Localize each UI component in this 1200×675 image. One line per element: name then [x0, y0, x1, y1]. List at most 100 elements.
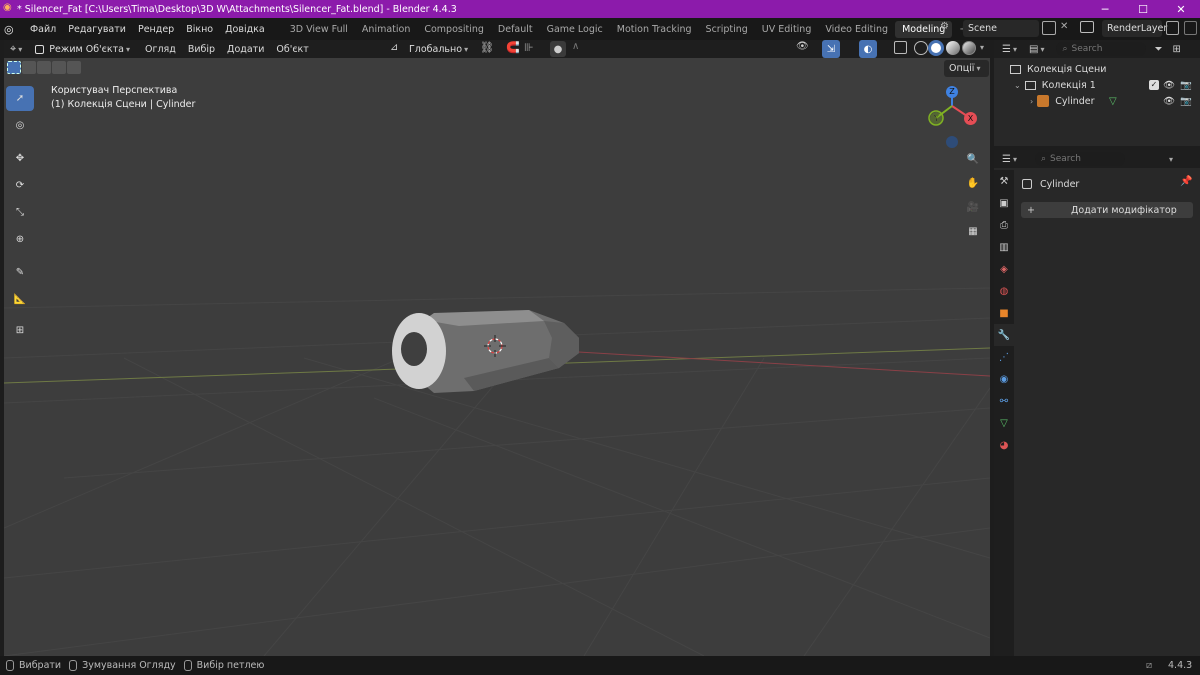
orthographic-grid-icon[interactable]: ▦: [962, 220, 984, 242]
proportional-editing-icon[interactable]: ●: [550, 41, 566, 57]
render-layer-selector[interactable]: RenderLayer: [1102, 20, 1167, 37]
copy-layer-icon[interactable]: [1184, 21, 1197, 35]
menu-object[interactable]: Об'єкт: [270, 44, 314, 55]
add-modifier-button[interactable]: + Додати модифікатор: [1021, 202, 1193, 218]
render-tab-icon[interactable]: ▣: [994, 192, 1014, 214]
snap-icon[interactable]: 🧲: [506, 41, 520, 54]
menu-help[interactable]: Довідка: [219, 24, 271, 35]
eye-icon[interactable]: 👁: [1163, 96, 1175, 107]
select-extend-icon[interactable]: [22, 61, 36, 74]
menu-view[interactable]: Огляд: [139, 44, 182, 55]
camera-icon[interactable]: 📷: [1180, 80, 1192, 91]
data-tab-icon[interactable]: ▽: [994, 412, 1014, 434]
select-subtract-icon[interactable]: [37, 61, 51, 74]
properties-editor-icon[interactable]: ☰: [1002, 154, 1011, 165]
modifier-tab-icon[interactable]: 🔧: [994, 324, 1014, 346]
pin-icon[interactable]: 📌: [1180, 176, 1192, 187]
falloff-icon[interactable]: ∧: [572, 41, 579, 52]
tab-animation[interactable]: Animation: [355, 21, 417, 38]
gizmo-y-axis[interactable]: Y: [930, 112, 943, 125]
tab-3d-view-full[interactable]: 3D View Full: [283, 21, 355, 38]
scale-tool-icon[interactable]: ⤡: [6, 200, 34, 225]
new-collection-icon[interactable]: ⊞: [1172, 44, 1180, 55]
pivot-point-icon[interactable]: ⛓: [480, 41, 494, 54]
snap-target-icon[interactable]: ⊪: [524, 41, 534, 54]
new-scene-icon[interactable]: [1042, 21, 1056, 35]
menu-render[interactable]: Рендер: [132, 24, 180, 35]
scene-selector[interactable]: Scene: [963, 20, 1039, 37]
camera-icon[interactable]: 📷: [1180, 96, 1192, 107]
view-layer-tab-icon[interactable]: ▥: [994, 236, 1014, 258]
close-button[interactable]: ✕: [1166, 0, 1196, 18]
solid-shading-icon[interactable]: [928, 40, 944, 56]
outliner-row-collection[interactable]: ⌄ Колекція 1 ✓ 👁 📷: [1012, 77, 1200, 93]
physics-tab-icon[interactable]: ◉: [994, 368, 1014, 390]
rotate-tool-icon[interactable]: ⟳: [6, 173, 34, 198]
material-shading-icon[interactable]: [946, 41, 960, 55]
gizmo-toggle-icon[interactable]: ⇲: [822, 40, 840, 58]
tab-compositing[interactable]: Compositing: [417, 21, 491, 38]
xray-toggle-icon[interactable]: [894, 41, 907, 54]
world-tab-icon[interactable]: ◍: [994, 280, 1014, 302]
mesh-data-icon[interactable]: ▽: [1109, 96, 1117, 107]
tab-scripting[interactable]: Scripting: [699, 21, 755, 38]
outliner-row-scene-collection[interactable]: Колекція Сцени: [1010, 61, 1200, 77]
outliner-row-cylinder[interactable]: › Cylinder ▽ 👁 📷: [1028, 93, 1200, 109]
display-mode-icon[interactable]: ▤: [1029, 44, 1038, 55]
object-tab-icon[interactable]: ■: [994, 302, 1014, 324]
rendered-shading-icon[interactable]: [962, 41, 976, 55]
expand-icon[interactable]: ›: [1030, 97, 1033, 106]
3d-viewport[interactable]: Z X Y Користувач Перспектива (1) Колекці…: [4, 58, 990, 656]
move-tool-icon[interactable]: ✥: [6, 146, 34, 171]
remove-scene-icon[interactable]: ✕: [1060, 21, 1068, 32]
wireframe-shading-icon[interactable]: [914, 41, 928, 55]
tool-tab-icon[interactable]: ⚒: [994, 170, 1014, 192]
material-tab-icon[interactable]: ◕: [994, 434, 1014, 456]
collapse-icon[interactable]: ⌄: [1014, 81, 1021, 90]
gizmo-z-axis[interactable]: Z: [946, 86, 958, 98]
pan-hand-icon[interactable]: ✋: [962, 172, 984, 194]
menu-edit[interactable]: Редагувати: [62, 24, 132, 35]
eye-icon[interactable]: 👁: [1163, 80, 1175, 91]
annotate-tool-icon[interactable]: ✎: [6, 260, 34, 285]
blender-menu-icon[interactable]: ◎: [4, 23, 24, 36]
select-box-tool-icon[interactable]: ➚: [6, 86, 34, 111]
cursor-tool-icon[interactable]: ◎: [6, 113, 34, 138]
zoom-icon[interactable]: 🔍: [962, 148, 984, 170]
select-invert-icon[interactable]: [52, 61, 66, 74]
tab-default[interactable]: Default: [491, 21, 540, 38]
tab-game-logic[interactable]: Game Logic: [540, 21, 610, 38]
particles-tab-icon[interactable]: ⋰: [994, 346, 1014, 368]
measure-tool-icon[interactable]: 📐: [6, 287, 34, 312]
new-layer-icon[interactable]: [1166, 21, 1179, 35]
editor-type-icon[interactable]: ⌖: [10, 42, 16, 56]
constraints-tab-icon[interactable]: ⚯: [994, 390, 1014, 412]
scene-tab-icon[interactable]: ◈: [994, 258, 1014, 280]
add-cube-tool-icon[interactable]: ⊞: [6, 318, 34, 343]
camera-view-icon[interactable]: 🎥: [962, 196, 984, 218]
properties-search-input[interactable]: ⌕ Search: [1034, 152, 1125, 166]
tab-video-editing[interactable]: Video Editing: [818, 21, 895, 38]
options-dropdown[interactable]: Опції ▾: [944, 60, 989, 77]
minimize-button[interactable]: ─: [1090, 0, 1120, 18]
select-new-icon[interactable]: [7, 61, 21, 74]
menu-add[interactable]: Додати: [221, 44, 270, 55]
gizmo-x-axis[interactable]: X: [964, 112, 977, 125]
outliner-search-input[interactable]: ⌕ Search: [1056, 42, 1147, 56]
mode-selector[interactable]: Режим Об'єкта ▾: [30, 40, 135, 58]
tab-motion-tracking[interactable]: Motion Tracking: [610, 21, 699, 38]
menu-select[interactable]: Вибір: [182, 44, 221, 55]
tab-uv-editing[interactable]: UV Editing: [755, 21, 819, 38]
output-tab-icon[interactable]: ⎙: [994, 214, 1014, 236]
exclude-checkbox[interactable]: ✓: [1149, 80, 1159, 90]
select-intersect-icon[interactable]: [67, 61, 81, 74]
outliner-editor-icon[interactable]: ☰: [1002, 44, 1011, 55]
transform-tool-icon[interactable]: ⊕: [6, 227, 34, 252]
menu-file[interactable]: Файл: [24, 24, 62, 35]
menu-window[interactable]: Вікно: [180, 24, 219, 35]
maximize-button[interactable]: ☐: [1128, 0, 1158, 18]
overlays-toggle-icon[interactable]: ◐: [859, 40, 877, 58]
filter-icon[interactable]: ⏷: [1154, 44, 1162, 55]
visibility-icon[interactable]: 👁: [796, 41, 809, 52]
transform-orientation-selector[interactable]: Глобально ▾: [404, 41, 472, 58]
